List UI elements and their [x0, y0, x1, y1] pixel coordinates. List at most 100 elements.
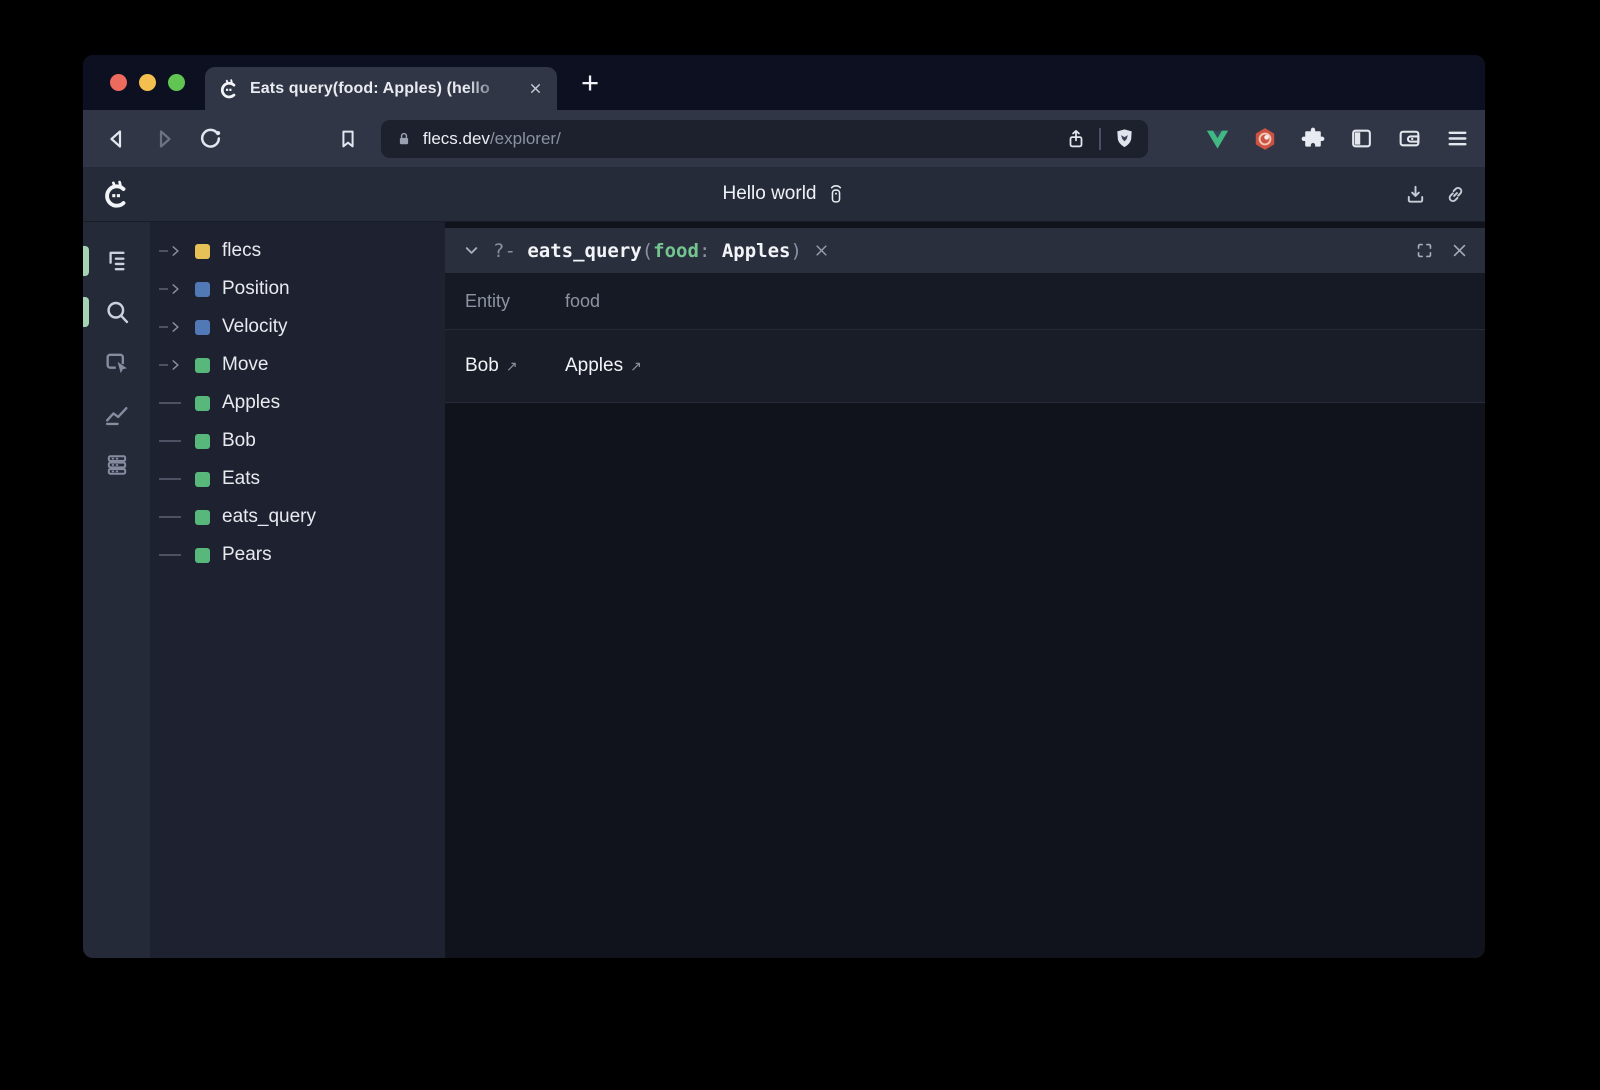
query-header: ?- eats_query(food: Apples)	[445, 228, 1485, 273]
query-value: Apples	[722, 240, 791, 262]
leaf-connector	[159, 516, 193, 518]
refresh-button[interactable]	[196, 125, 224, 153]
sidebar-panel-icon[interactable]	[1348, 125, 1375, 152]
leaf-connector	[159, 554, 193, 556]
leaf-connector	[159, 440, 193, 442]
entity-color-swatch	[195, 510, 210, 525]
component-color-swatch	[195, 320, 210, 335]
browser-window: Eats query(food: Apples) (hello +	[83, 55, 1485, 958]
external-link-icon[interactable]: ↗	[630, 358, 642, 375]
tree-item-eats[interactable]: Eats	[159, 460, 445, 498]
tree-item-label: Position	[222, 278, 290, 300]
tree-item-eats-query[interactable]: eats_query	[159, 498, 445, 536]
entity-link[interactable]: Bob	[465, 355, 499, 377]
forward-button[interactable]	[150, 125, 178, 153]
column-header-entity[interactable]: Entity	[465, 291, 565, 312]
query-expression: ?- eats_query(food: Apples)	[493, 240, 802, 262]
app-header-actions	[1404, 183, 1467, 206]
query-header-actions	[1415, 241, 1468, 260]
tree-item-label: Apples	[222, 392, 280, 414]
download-icon[interactable]	[1404, 183, 1427, 206]
entity-color-swatch	[195, 434, 210, 449]
column-header-food[interactable]: food	[565, 291, 600, 312]
remote-connection-icon[interactable]	[826, 183, 845, 205]
result-table-row[interactable]: Bob ↗ Apples ↗	[445, 330, 1485, 403]
url-path: /explorer/	[490, 129, 561, 148]
rail-tree-view-button[interactable]	[83, 235, 150, 286]
result-table-header: Entity food	[445, 273, 1485, 330]
browser-menu-icon[interactable]	[1444, 125, 1471, 152]
tree-item-position[interactable]: Position	[159, 270, 445, 308]
rail-tables-button[interactable]	[83, 439, 150, 490]
component-color-swatch	[195, 282, 210, 297]
bookmark-icon[interactable]	[334, 125, 362, 153]
close-window-button[interactable]	[110, 74, 127, 91]
tree-item-label: Pears	[222, 544, 272, 566]
left-icon-rail	[83, 222, 150, 958]
cell-entity: Bob ↗	[465, 355, 565, 377]
close-panel-icon[interactable]	[1451, 242, 1468, 259]
query-panel-empty-area	[445, 403, 1485, 958]
entity-color-swatch	[195, 396, 210, 411]
share-link-icon[interactable]	[1444, 183, 1467, 206]
tree-item-label: flecs	[222, 240, 261, 262]
query-name: eats_query	[527, 240, 641, 262]
tree-item-label: Bob	[222, 430, 256, 452]
external-link-icon[interactable]: ↗	[506, 358, 518, 375]
tree-item-apples[interactable]: Apples	[159, 384, 445, 422]
address-bar[interactable]: flecs.dev/explorer/	[381, 120, 1148, 158]
tree-item-pears[interactable]: Pears	[159, 536, 445, 574]
rail-stats-button[interactable]	[83, 388, 150, 439]
extension-icons	[1204, 125, 1471, 152]
rail-search-button[interactable]	[83, 286, 150, 337]
tree-item-label: Eats	[222, 468, 260, 490]
query-open-paren: (	[642, 240, 653, 262]
wallet-icon[interactable]	[1396, 125, 1423, 152]
world-title-label: Hello world	[723, 183, 817, 205]
entity-tree-panel: flecs Position Velocity Move Apples	[150, 222, 445, 958]
tree-item-move[interactable]: Move	[159, 346, 445, 384]
tree-item-velocity[interactable]: Velocity	[159, 308, 445, 346]
entity-color-swatch	[195, 548, 210, 563]
active-indicator-pill	[83, 246, 89, 276]
module-color-swatch	[195, 244, 210, 259]
expand-arrow-icon[interactable]	[159, 320, 193, 334]
leaf-connector	[159, 402, 193, 404]
food-link[interactable]: Apples	[565, 355, 623, 377]
tree-item-label: Velocity	[222, 316, 287, 338]
url-text[interactable]: flecs.dev/explorer/	[423, 129, 561, 149]
flecs-logo[interactable]	[101, 179, 132, 210]
entity-color-swatch	[195, 472, 210, 487]
lock-icon[interactable]	[395, 130, 413, 148]
expand-arrow-icon[interactable]	[159, 244, 193, 258]
browser-tab[interactable]: Eats query(food: Apples) (hello	[205, 67, 557, 110]
active-indicator-pill	[83, 297, 89, 327]
query-panel: ?- eats_query(food: Apples)	[445, 222, 1485, 958]
new-tab-button[interactable]: +	[581, 67, 599, 98]
minimize-window-button[interactable]	[139, 74, 156, 91]
query-clear-icon[interactable]	[814, 243, 829, 258]
app-header: Hello world	[83, 167, 1485, 222]
collapse-chevron-icon[interactable]	[462, 241, 481, 260]
rail-inspector-button[interactable]	[83, 337, 150, 388]
vue-devtools-extension-icon[interactable]	[1204, 125, 1231, 152]
orange-hexagon-extension-icon[interactable]	[1252, 125, 1279, 152]
tree-item-flecs[interactable]: flecs	[159, 232, 445, 270]
tree-item-label: Move	[222, 354, 268, 376]
fullscreen-icon[interactable]	[1415, 241, 1434, 260]
world-title: Hello world	[723, 183, 846, 205]
brave-shield-icon[interactable]	[1111, 125, 1138, 152]
tab-close-icon[interactable]	[523, 77, 547, 101]
tree-item-bob[interactable]: Bob	[159, 422, 445, 460]
zoom-window-button[interactable]	[168, 74, 185, 91]
app-content: flecs Position Velocity Move Apples	[83, 222, 1485, 958]
leaf-connector	[159, 478, 193, 480]
back-button[interactable]	[103, 125, 131, 153]
expand-arrow-icon[interactable]	[159, 358, 193, 372]
extensions-puzzle-icon[interactable]	[1300, 125, 1327, 152]
tree-item-label: eats_query	[222, 506, 316, 528]
tab-favicon-flecs-logo	[218, 78, 240, 100]
expand-arrow-icon[interactable]	[159, 282, 193, 296]
query-param: food	[653, 240, 699, 262]
share-icon[interactable]	[1062, 125, 1089, 152]
